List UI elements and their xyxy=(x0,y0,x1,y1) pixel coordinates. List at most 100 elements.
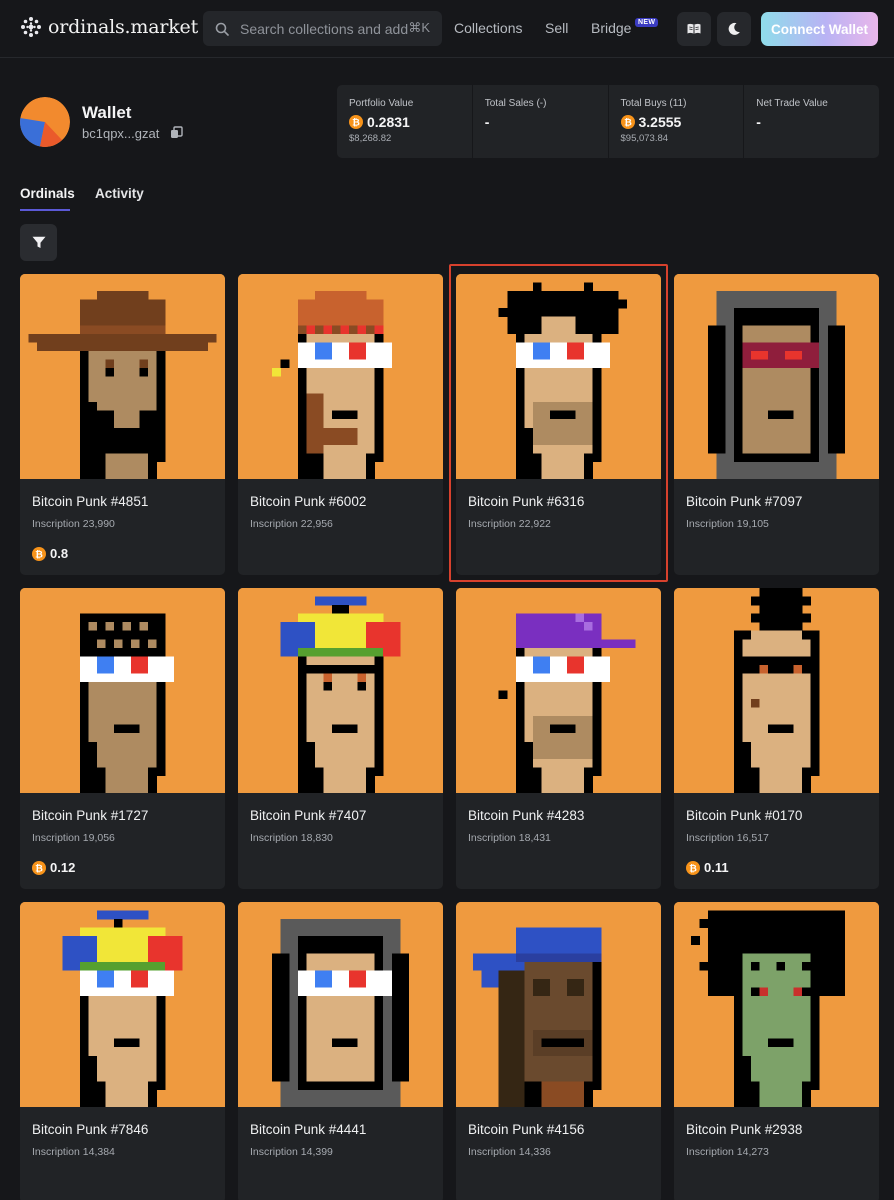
card-title: Bitcoin Punk #2938 xyxy=(686,1122,803,1137)
logo[interactable]: ordinals.market xyxy=(20,16,198,38)
card-inscription: Inscription 14,399 xyxy=(250,1146,333,1158)
punk-hoodie-vr-icon xyxy=(674,274,879,479)
nav-collections[interactable]: Collections xyxy=(454,20,522,36)
card-title: Bitcoin Punk #7846 xyxy=(32,1122,149,1137)
search-input[interactable]: Search collections and addresses xyxy=(240,21,408,37)
search-icon xyxy=(215,22,229,36)
card-price-value: 0.12 xyxy=(50,860,76,875)
card-title: Bitcoin Punk #4441 xyxy=(250,1122,367,1137)
ordinal-card[interactable]: Bitcoin Punk #4156 Inscription 14,336 xyxy=(456,902,661,1200)
punk-hoodie-3d-glasses-icon xyxy=(238,902,443,1107)
bitcoin-icon: ₿ xyxy=(349,114,363,129)
stat-total-buys: Total Buys (11) ₿ 3.2555 $95,073.84 xyxy=(609,85,745,158)
nav-sell[interactable]: Sell xyxy=(545,20,568,36)
new-badge: NEW xyxy=(635,18,659,27)
stat-value: 0.2831 xyxy=(367,113,410,130)
card-inscription: Inscription 19,105 xyxy=(686,518,769,530)
stat-label: Net Trade Value xyxy=(756,98,828,109)
stat-value-row: ₿ 3.2555 xyxy=(620,113,744,130)
stat-value-row: - xyxy=(756,113,879,130)
moon-icon xyxy=(728,22,740,35)
ordinal-card[interactable]: Bitcoin Punk #6002 Inscription 22,956 xyxy=(238,274,443,575)
ordinal-card[interactable]: Bitcoin Punk #2938 Inscription 14,273 xyxy=(674,902,879,1200)
nav-bridge[interactable]: Bridge xyxy=(591,20,631,36)
ordinal-card[interactable]: Bitcoin Punk #7407 Inscription 18,830 xyxy=(238,588,443,889)
punk-zombie-icon xyxy=(674,902,879,1107)
svg-text:₿: ₿ xyxy=(35,549,43,560)
card-price-value: 0.11 xyxy=(704,860,729,875)
punk-purple-cap-icon xyxy=(456,588,661,793)
tab-ordinals[interactable]: Ordinals xyxy=(20,186,75,201)
wallet-stats: Portfolio Value ₿ 0.2831 $8,268.82 Total… xyxy=(337,85,879,158)
stat-usd: $95,073.84 xyxy=(620,133,669,144)
top-header: ordinals.market Search collections and a… xyxy=(0,0,894,58)
bitcoin-icon: ₿ xyxy=(620,114,635,129)
stat-value: - xyxy=(484,113,490,130)
stat-value-row: - xyxy=(485,113,608,130)
punk-ape-bandana-icon xyxy=(456,902,661,1107)
bitcoin-icon: ₿ xyxy=(686,860,700,875)
stat-value-row: ₿ 0.2831 xyxy=(349,113,472,130)
bitcoin-icon: ₿ xyxy=(32,546,46,561)
ordinal-card[interactable]: Bitcoin Punk #4441 Inscription 14,399 xyxy=(238,902,443,1200)
card-title: Bitcoin Punk #6002 xyxy=(250,494,367,509)
ordinal-card[interactable]: Bitcoin Punk #6316 Inscription 22,922 xyxy=(456,274,661,575)
card-price-value: 0.8 xyxy=(50,546,69,561)
card-title: Bitcoin Punk #0170 xyxy=(686,808,803,823)
docs-button[interactable] xyxy=(677,12,711,46)
card-inscription: Inscription 14,384 xyxy=(32,1146,115,1158)
connect-wallet-button[interactable]: Connect Wallet xyxy=(761,12,878,46)
card-inscription: Inscription 14,336 xyxy=(468,1146,551,1158)
punk-propeller-cap-icon xyxy=(238,588,443,793)
logo-text: ordinals.market xyxy=(48,16,199,38)
ordinal-card[interactable]: Bitcoin Punk #1727 Inscription 19,056 ₿ 0.1… xyxy=(20,588,225,889)
card-title: Bitcoin Punk #4283 xyxy=(468,808,585,823)
card-title: Bitcoin Punk #4851 xyxy=(32,494,149,509)
wallet-avatar-icon xyxy=(20,97,70,147)
wallet-address: bc1qpx...gzat xyxy=(82,126,160,141)
search-shortcut: ⌘K xyxy=(408,20,430,35)
punk-3d-glasses-red-hat-icon xyxy=(238,274,443,479)
card-title: Bitcoin Punk #7407 xyxy=(250,808,367,823)
ordinal-card[interactable]: Bitcoin Punk #7846 Inscription 14,384 xyxy=(20,902,225,1200)
card-inscription: Inscription 14,273 xyxy=(686,1146,769,1158)
card-inscription: Inscription 22,922 xyxy=(468,518,551,530)
bitcoin-icon: ₿ xyxy=(32,860,46,875)
stat-portfolio-value: Portfolio Value ₿ 0.2831 $8,268.82 xyxy=(337,85,473,158)
copy-icon[interactable] xyxy=(170,126,183,139)
card-title: Bitcoin Punk #6316 xyxy=(468,494,585,509)
svg-text:₿: ₿ xyxy=(352,117,360,128)
tab-activity[interactable]: Activity xyxy=(95,186,144,201)
punk-cowboy-hat-icon xyxy=(20,274,225,479)
filter-button[interactable] xyxy=(20,224,57,261)
filter-icon xyxy=(32,236,45,248)
card-inscription: Inscription 22,956 xyxy=(250,518,333,530)
card-inscription: Inscription 18,431 xyxy=(468,832,551,844)
card-title: Bitcoin Punk #1727 xyxy=(32,808,149,823)
card-price: ₿ 0.12 xyxy=(32,860,75,875)
card-title: Bitcoin Punk #7097 xyxy=(686,494,803,509)
card-price: ₿ 0.8 xyxy=(32,546,68,561)
theme-toggle-button[interactable] xyxy=(717,12,751,46)
stat-label: Total Sales (-) xyxy=(484,98,547,109)
ordinal-card[interactable]: Bitcoin Punk #4283 Inscription 18,431 xyxy=(456,588,661,889)
wallet-title: Wallet xyxy=(82,103,132,122)
logo-mark-icon xyxy=(21,17,41,37)
card-inscription: Inscription 19,056 xyxy=(32,832,115,844)
stat-value: 3.2555 xyxy=(638,113,682,130)
punk-propeller-3d-glasses-icon xyxy=(20,902,225,1107)
stat-total-sales: Total Sales (-) - xyxy=(473,85,609,158)
stat-net-trade-value: Net Trade Value - xyxy=(744,85,879,158)
card-price: ₿ 0.11 xyxy=(686,860,729,875)
stat-value: - xyxy=(756,113,761,130)
svg-text:₿: ₿ xyxy=(624,117,632,128)
svg-text:₿: ₿ xyxy=(35,863,43,874)
ordinal-card[interactable]: Bitcoin Punk #0170 Inscription 16,517 ₿ 0.1… xyxy=(674,588,879,889)
svg-text:₿: ₿ xyxy=(689,863,697,874)
search-bar[interactable]: Search collections and addresses ⌘K xyxy=(203,11,442,46)
stat-label: Total Buys (11) xyxy=(620,98,687,109)
ordinal-card[interactable]: Bitcoin Punk #4851 Inscription 23,990 ₿ 0.8 xyxy=(20,274,225,575)
card-inscription: Inscription 18,830 xyxy=(250,832,333,844)
avatar xyxy=(20,97,70,147)
ordinal-card[interactable]: Bitcoin Punk #7097 Inscription 19,105 xyxy=(674,274,879,575)
